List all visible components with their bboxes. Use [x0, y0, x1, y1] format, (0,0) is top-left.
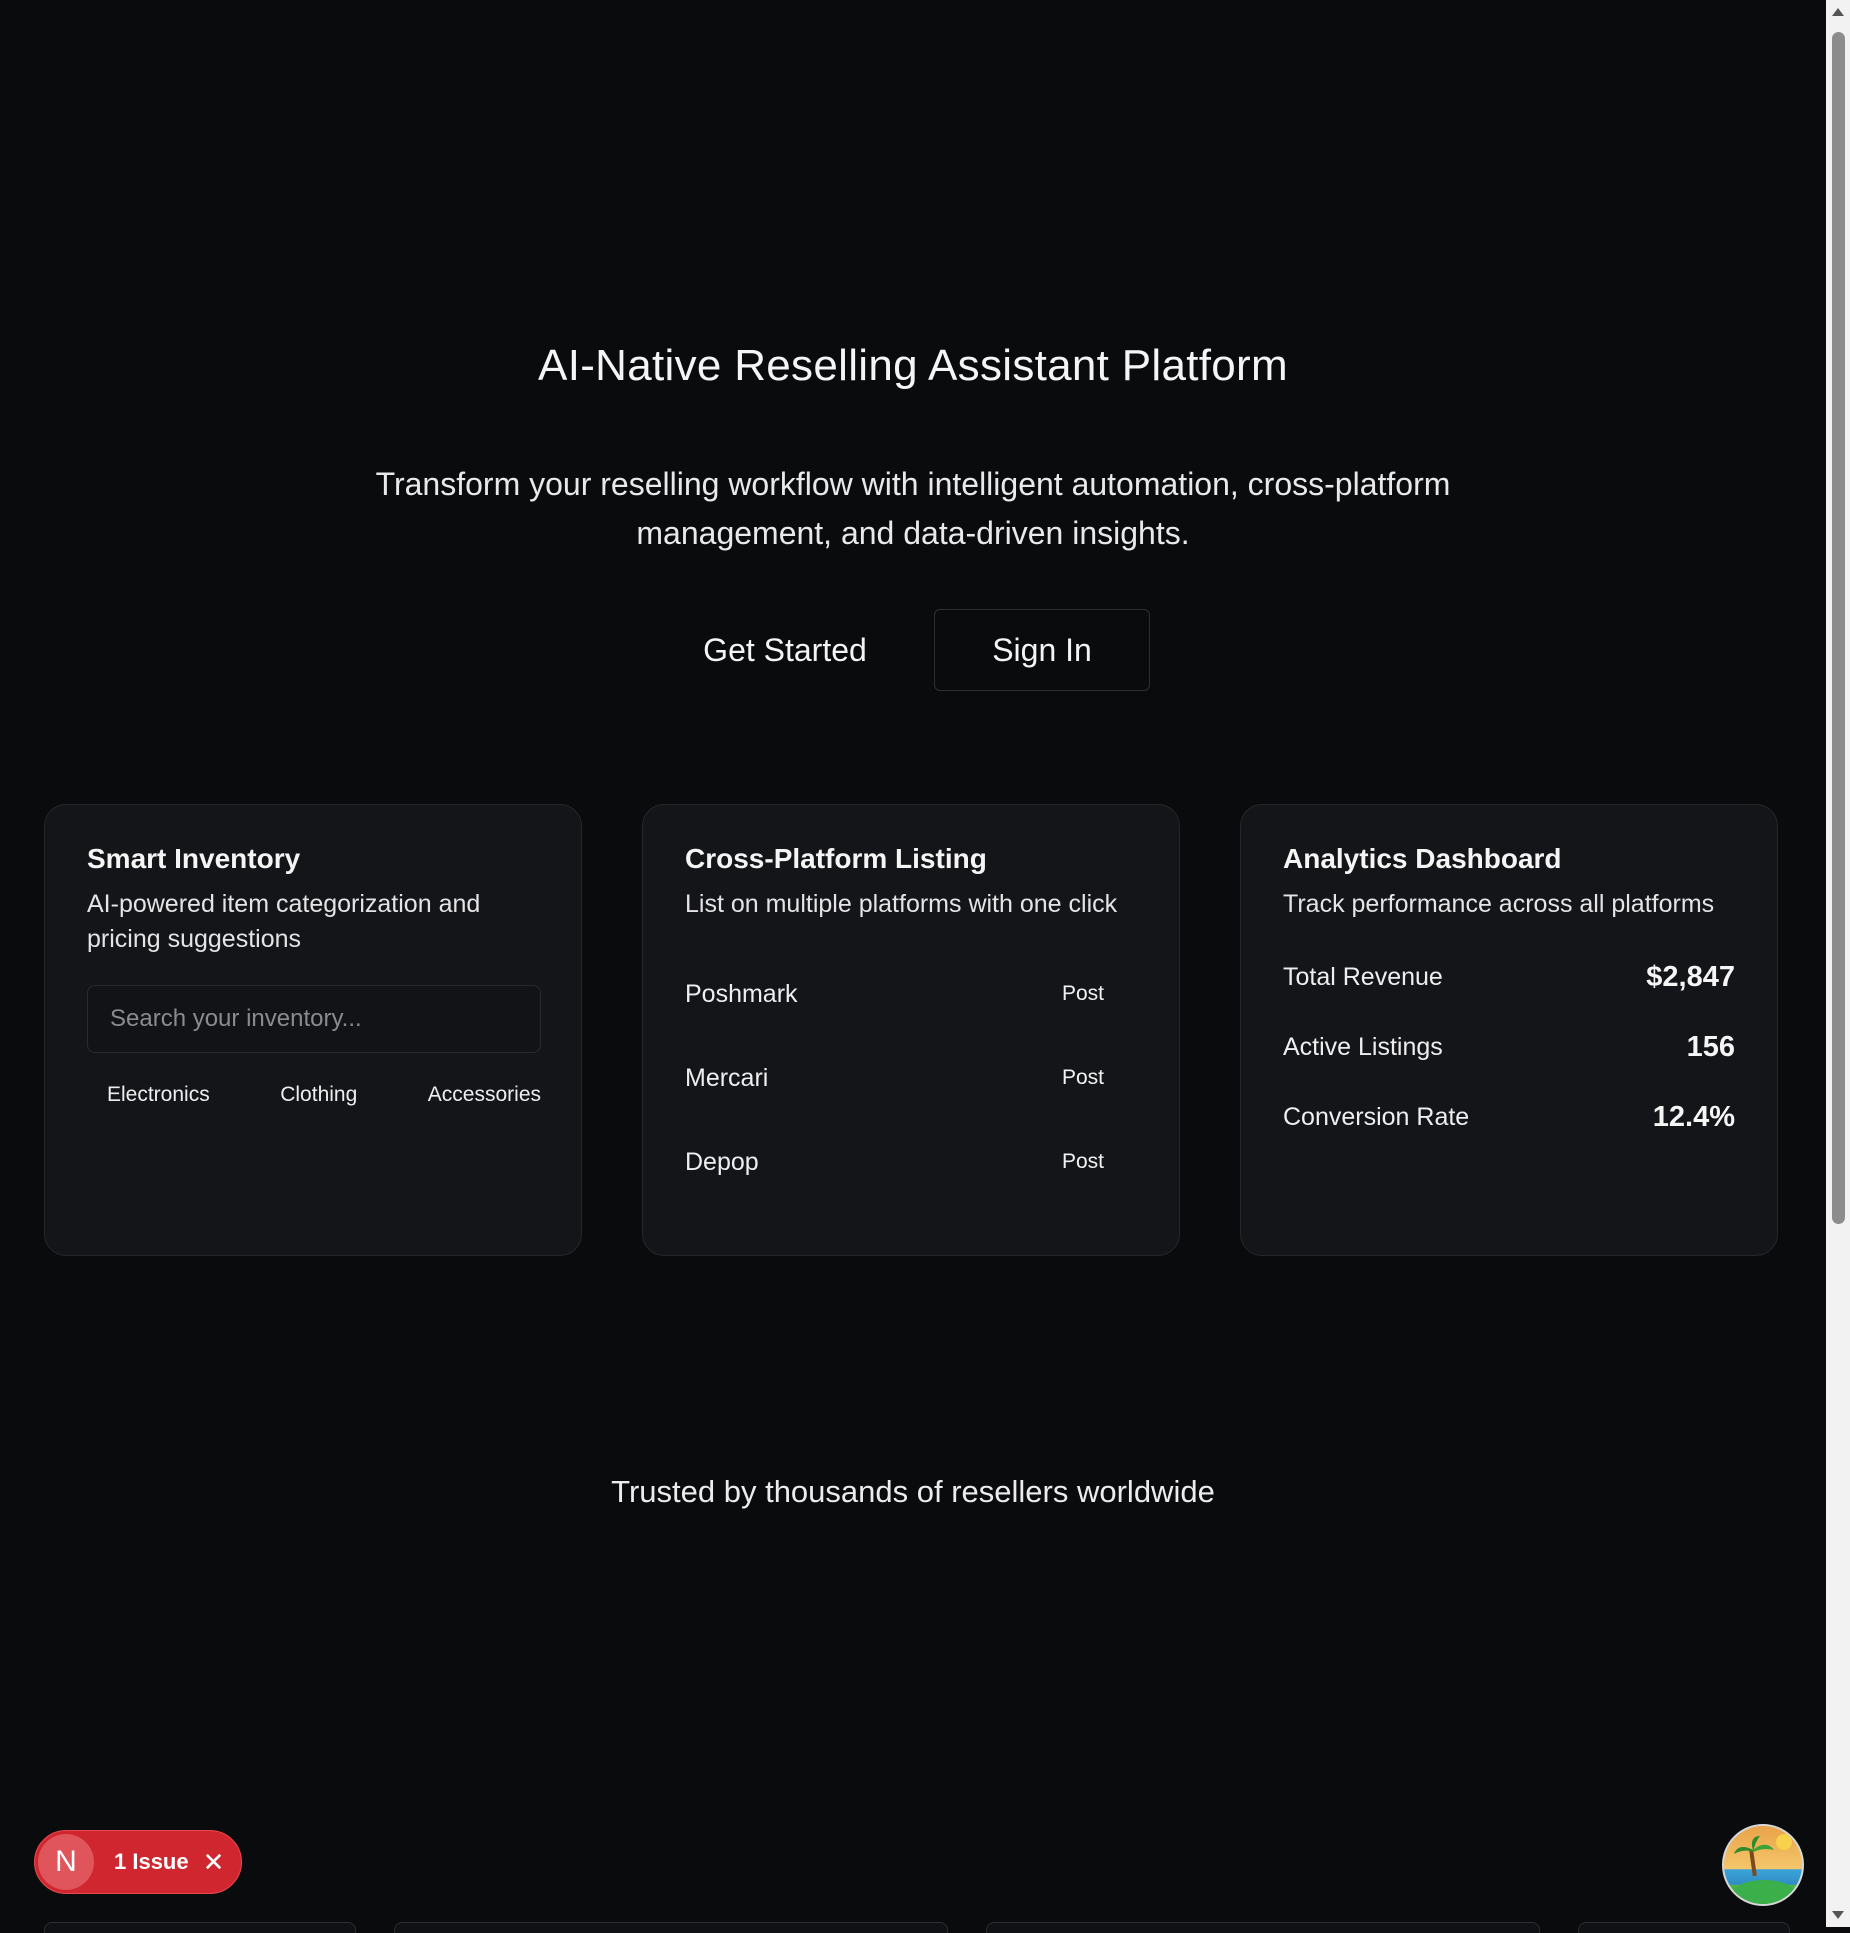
hero-title: AI-Native Reselling Assistant Platform: [538, 341, 1288, 391]
next-section-card-edge: [1578, 1922, 1790, 1933]
close-icon[interactable]: ✕: [203, 1847, 225, 1878]
stat-value: 12.4%: [1652, 1100, 1735, 1133]
stat-label: Active Listings: [1283, 1032, 1443, 1061]
scroll-down-arrow-icon[interactable]: [1832, 1911, 1844, 1919]
scrollbar-thumb[interactable]: [1832, 32, 1845, 1224]
category-chip-accessories[interactable]: Accessories: [428, 1083, 541, 1107]
issues-badge[interactable]: N 1 Issue ✕: [34, 1830, 242, 1894]
beach-avatar-icon[interactable]: [1722, 1824, 1804, 1906]
card-title: Smart Inventory: [87, 843, 301, 874]
stat-list: Total Revenue $2,847 Active Listings 156…: [1283, 942, 1735, 1152]
next-section-card-edge: [44, 1922, 356, 1933]
issues-count-label: 1 Issue: [114, 1849, 189, 1874]
category-chips: Electronics Clothing Accessories: [87, 1083, 543, 1107]
card-title: Cross-Platform Listing: [685, 843, 987, 874]
analytics-dashboard-card: Analytics Dashboard Track performance ac…: [1240, 804, 1778, 1256]
platform-name: Depop: [685, 1147, 759, 1176]
landing-page: AI-Native Reselling Assistant Platform T…: [0, 0, 1826, 1933]
card-description: List on multiple platforms with one clic…: [685, 890, 1118, 918]
trusted-tagline: Trusted by thousands of resellers worldw…: [611, 1474, 1215, 1509]
vertical-scrollbar[interactable]: [1826, 0, 1850, 1927]
stat-label: Total Revenue: [1283, 962, 1443, 991]
inventory-search-input[interactable]: [87, 985, 541, 1053]
card-description: Track performance across all platforms: [1283, 890, 1715, 918]
post-button-depop[interactable]: Post: [1045, 1135, 1121, 1189]
stat-value: $2,847: [1646, 960, 1735, 993]
card-description: AI-powered item categorization and prici…: [87, 890, 481, 953]
nextjs-logo-icon: N: [38, 1834, 94, 1890]
stat-row-active-listings: Active Listings 156: [1283, 1012, 1735, 1082]
stat-row-conversion-rate: Conversion Rate 12.4%: [1283, 1082, 1735, 1152]
stat-value: 156: [1686, 1030, 1735, 1063]
category-chip-electronics[interactable]: Electronics: [107, 1083, 210, 1107]
post-button-poshmark[interactable]: Post: [1045, 967, 1121, 1021]
category-chip-clothing[interactable]: Clothing: [280, 1083, 357, 1107]
hero-subtitle: Transform your reselling workflow with i…: [375, 466, 1451, 551]
next-section-card-edge: [394, 1922, 948, 1933]
get-started-button[interactable]: Get Started: [676, 608, 894, 692]
cta-row: Get Started Sign In: [0, 608, 1826, 692]
palm-tree-icon: [1734, 1834, 1794, 1904]
stat-label: Conversion Rate: [1283, 1102, 1470, 1131]
post-button-mercari[interactable]: Post: [1045, 1051, 1121, 1105]
scroll-up-arrow-icon[interactable]: [1832, 8, 1844, 16]
sign-in-button[interactable]: Sign In: [934, 609, 1150, 691]
smart-inventory-card: Smart Inventory AI-powered item categori…: [44, 804, 582, 1256]
platform-name: Poshmark: [685, 979, 798, 1008]
platform-row-poshmark: Poshmark Post: [685, 952, 1137, 1036]
platform-name: Mercari: [685, 1063, 769, 1092]
platform-row-mercari: Mercari Post: [685, 1036, 1137, 1120]
next-section-card-edge: [986, 1922, 1540, 1933]
stat-row-total-revenue: Total Revenue $2,847: [1283, 942, 1735, 1012]
platform-list: Poshmark Post Mercari Post Depop Post: [685, 952, 1137, 1204]
cross-platform-listing-card: Cross-Platform Listing List on multiple …: [642, 804, 1180, 1256]
card-title: Analytics Dashboard: [1283, 843, 1562, 874]
platform-row-depop: Depop Post: [685, 1120, 1137, 1204]
